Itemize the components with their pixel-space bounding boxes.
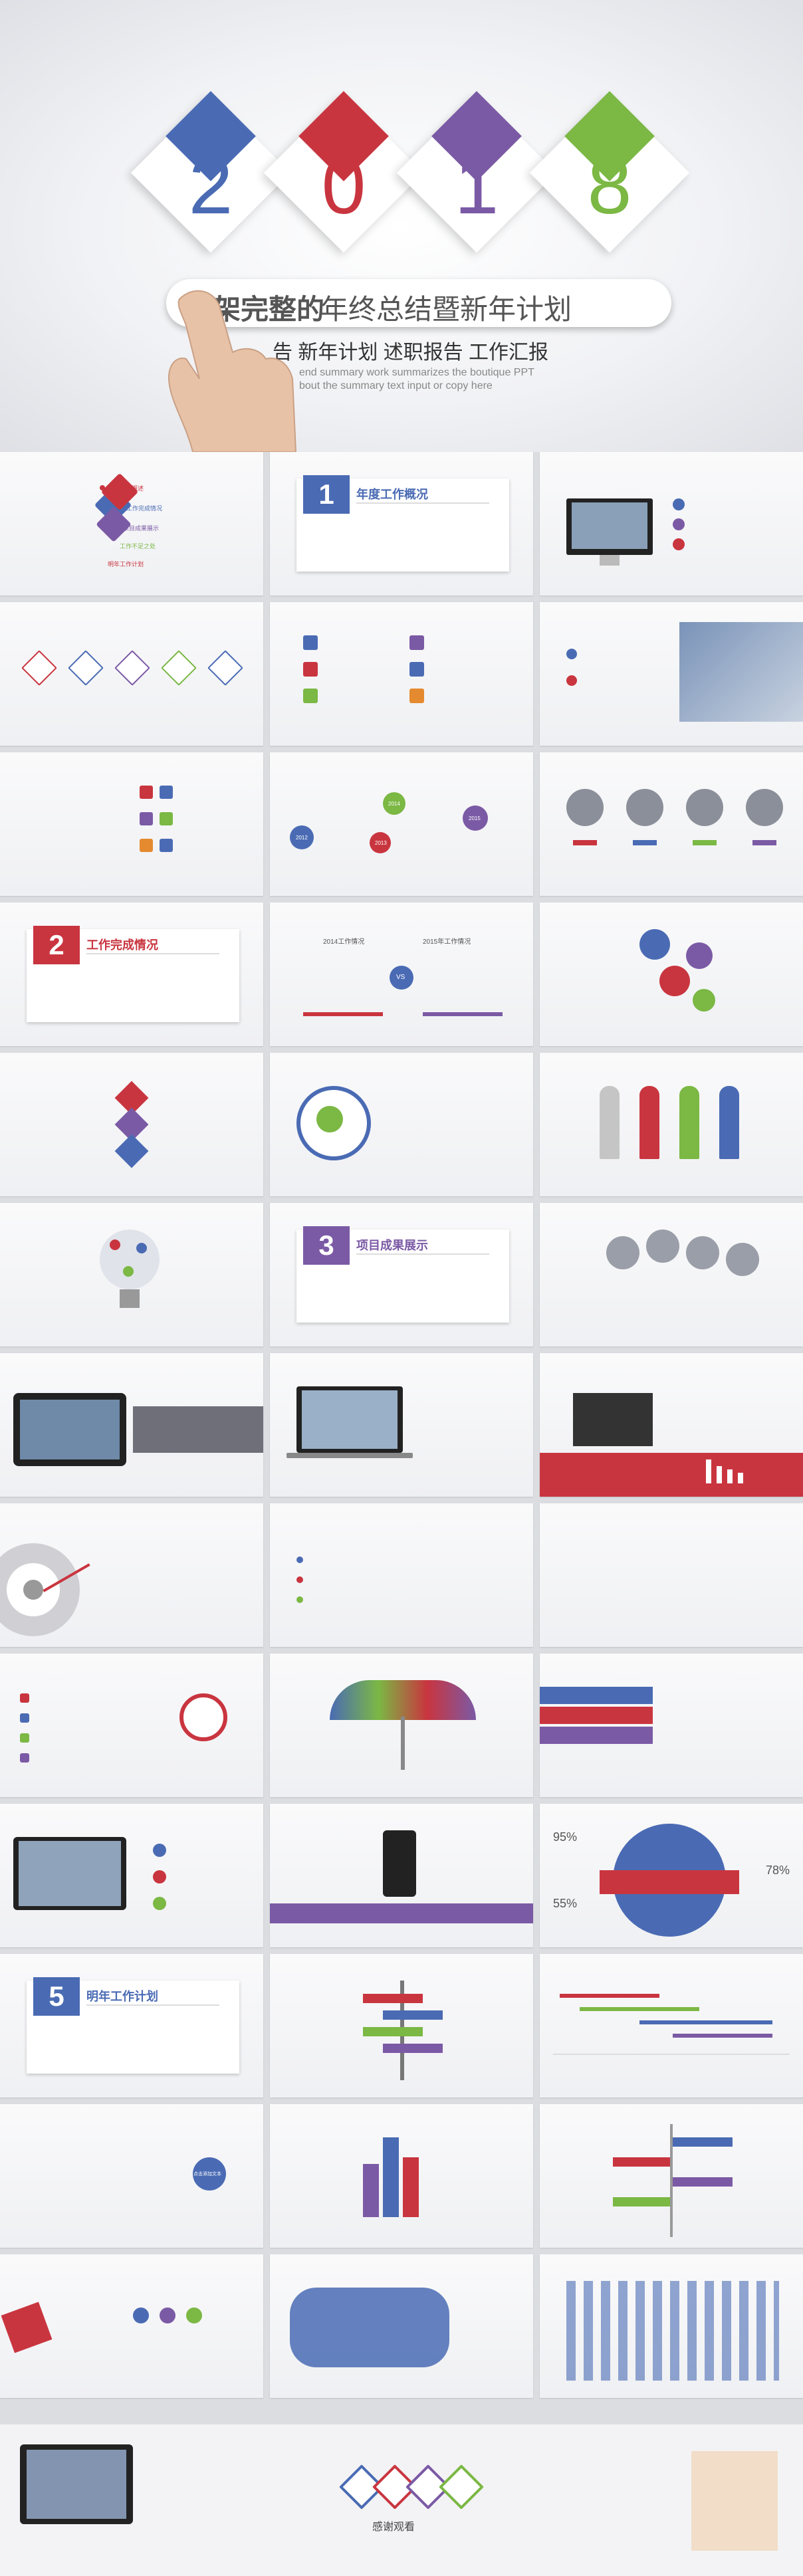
year-2014: 2014 — [388, 801, 400, 807]
ending-title: 感谢观看 — [372, 2522, 415, 2533]
section-title: 年度工作概况 — [356, 488, 428, 501]
slide-tablet[interactable] — [0, 1353, 263, 1497]
slide-3d-arrows[interactable] — [270, 2104, 533, 2248]
title-rest: 年终总结暨新年计划 — [320, 294, 572, 325]
percent-78: 78% — [766, 1864, 790, 1877]
slide-icon-list[interactable] — [270, 602, 533, 746]
compare-right: 2015年工作情况 — [423, 938, 471, 946]
year-2015: 2015 — [469, 815, 481, 821]
toc-item-1: 年终工作概述 — [108, 485, 144, 492]
section-number: 1 — [303, 475, 350, 514]
slide-gantt[interactable] — [540, 1954, 803, 2097]
hand-icon — [168, 290, 297, 452]
percent-95: 95% — [553, 1830, 578, 1844]
year-2013: 2013 — [375, 840, 387, 846]
digit-1: 1 — [454, 142, 499, 231]
section-number: 3 — [303, 1226, 350, 1265]
vs-label: VS — [396, 974, 405, 981]
toc-item-2: 工作完成情况 — [126, 505, 163, 512]
slide-photo-hands[interactable] — [540, 602, 803, 746]
slide-world-map[interactable] — [270, 2254, 533, 2398]
slide-megaphone[interactable] — [0, 2254, 263, 2398]
slide-blocks-ladder[interactable] — [540, 1503, 803, 1647]
slide-meeting[interactable] — [0, 1804, 263, 1947]
ending-slide: 感谢观看 — [0, 2424, 803, 2576]
slide-grid-icons[interactable] — [0, 752, 263, 896]
hero-subtitle: 告 新年计划 述职报告 工作汇报 — [273, 342, 549, 364]
slide-timeline-circles[interactable]: 2012 2013 2014 2015 — [270, 752, 533, 896]
slide-hexagons[interactable] — [0, 1053, 263, 1196]
section-title: 工作完成情况 — [86, 938, 158, 952]
slide-team[interactable] — [540, 752, 803, 896]
section-title: 明年工作计划 — [86, 1990, 158, 2003]
toc-item-4: 工作不足之处 — [120, 543, 156, 550]
slide-diamonds[interactable] — [0, 602, 263, 746]
digit-8: 8 — [587, 142, 632, 231]
watermark-icon — [691, 2451, 778, 2551]
slide-monitor[interactable] — [540, 452, 803, 595]
slide-list-icons[interactable] — [0, 1654, 263, 1797]
slide-dots-arrows[interactable]: 点击添加文本 — [0, 2104, 263, 2248]
percent-55: 55% — [553, 1897, 578, 1910]
slide-purple-banner[interactable] — [270, 1804, 533, 1947]
slide-ribbons[interactable] — [540, 1654, 803, 1797]
slide-bulb[interactable] — [0, 1203, 263, 1346]
slide-people[interactable] — [540, 1053, 803, 1196]
toc-item-3: 项目成果展示 — [123, 525, 160, 532]
section-number: 5 — [33, 1977, 80, 2016]
slide-target[interactable] — [0, 1503, 263, 1647]
hero-english-1: end summary work summarizes the boutique… — [299, 367, 534, 378]
toc-item-5: 明年工作计划 — [108, 561, 144, 568]
slide-section-5[interactable]: 5 明年工作计划 — [0, 1954, 263, 2097]
section-number: 2 — [33, 926, 80, 964]
click-add-text: 点击添加文本 — [193, 2172, 221, 2177]
slide-laptop[interactable] — [270, 1353, 533, 1497]
slide-devices-bars[interactable] — [540, 1353, 803, 1497]
slide-section-2[interactable]: 2 工作完成情况 — [0, 903, 263, 1046]
hero-english-2: bout the summary text input or copy here — [299, 380, 493, 391]
year-2012: 2012 — [296, 835, 308, 841]
slide-compare[interactable]: 2014工作情况 2015年工作情况 VS — [270, 903, 533, 1046]
slide-section-1[interactable]: 1 年度工作概况 — [270, 452, 533, 595]
slide-toc[interactable]: 年终工作概述 工作完成情况 项目成果展示 工作不足之处 明年工作计划 — [0, 452, 263, 595]
slide-gears[interactable] — [540, 903, 803, 1046]
digit-0: 0 — [321, 142, 366, 231]
slide-list-bullets[interactable] — [270, 1503, 533, 1647]
digit-2: 2 — [188, 142, 233, 231]
slide-section-3[interactable]: 3 项目成果展示 — [270, 1203, 533, 1346]
slide-umbrella[interactable] — [270, 1654, 533, 1797]
slide-radial[interactable] — [270, 1053, 533, 1196]
slide-vertical-timeline[interactable] — [540, 2104, 803, 2248]
slide-hands-circles[interactable] — [540, 1203, 803, 1346]
hero-slide: 2 0 1 8 架完整的 年终总结暨新年计划 告 新年计划 述职报告 工作汇报 … — [0, 0, 803, 452]
slide-percents[interactable]: 95% 55% 78% — [540, 1804, 803, 1947]
compare-left: 2014工作情况 — [323, 938, 365, 946]
slide-signpost[interactable] — [270, 1954, 533, 2097]
slide-icon-sheet[interactable] — [540, 2254, 803, 2398]
section-title: 项目成果展示 — [356, 1239, 428, 1252]
